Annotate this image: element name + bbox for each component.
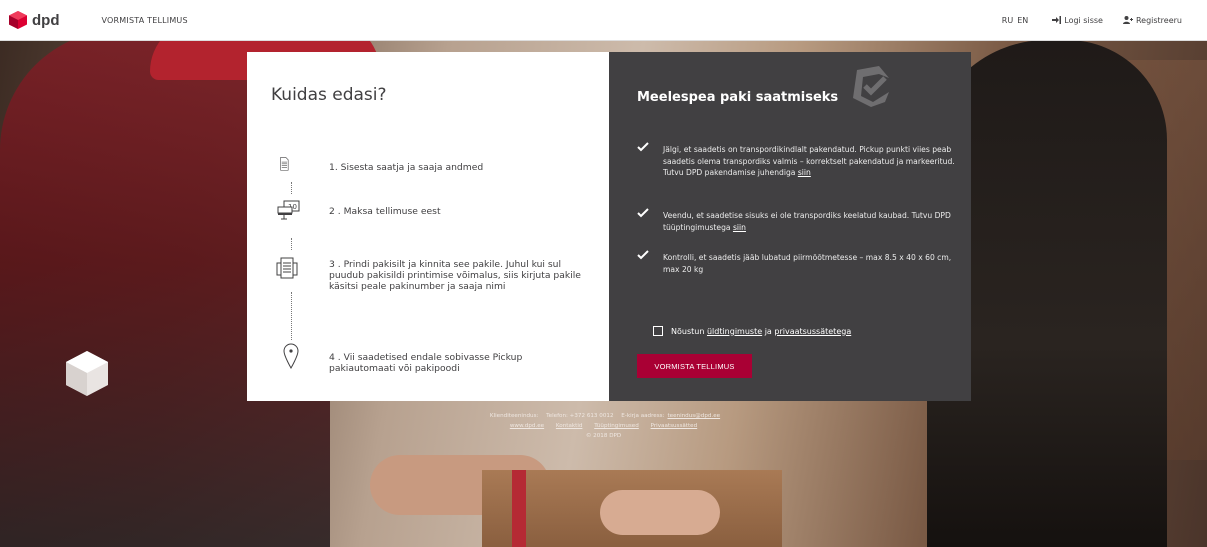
footer-link-website[interactable]: www.dpd.ee	[510, 423, 544, 429]
footer-contact: Klienditeenindus: Telefon: +372 613 0012…	[0, 411, 1207, 421]
login-label: Logi sisse	[1064, 15, 1103, 25]
email-label: E-kirja aadress:	[621, 413, 665, 419]
footer-link-contacts[interactable]: Kontaktid	[556, 423, 583, 429]
login-icon	[1052, 16, 1062, 24]
dpd-cube-icon	[9, 11, 27, 29]
packaging-guide-link[interactable]: siin	[798, 168, 811, 177]
register-label: Registreeru	[1135, 15, 1182, 25]
shield-check-icon	[853, 66, 889, 107]
email-link[interactable]: teenindus@dpd.ee	[667, 413, 720, 419]
step-text: 4 . Vii saadetised endale sobivasse Pick…	[329, 352, 523, 374]
service-label: Klienditeenindus:	[489, 413, 539, 419]
step-text: 3 . Prindi pakisilt ja kinnita see pakil…	[329, 259, 581, 292]
rule-text-body: Veendu, et saadetise sisuks ei ole trans…	[663, 211, 951, 232]
language-en[interactable]: EN	[1017, 16, 1028, 25]
brand-name: dpd	[32, 11, 60, 29]
step-connector	[291, 292, 292, 340]
agree-prefix: Nõustun	[671, 326, 705, 336]
login-link[interactable]: Logi sisse	[1052, 16, 1103, 25]
reminder-title: Meelespea paki saatmiseks	[637, 90, 839, 105]
printer-icon	[276, 257, 298, 279]
step-connector	[291, 182, 292, 194]
add-user-icon	[1122, 16, 1133, 24]
rule-text: Kontrolli, et saadetis jääb lubatud piir…	[663, 253, 952, 274]
top-navigation-bar: dpd VORMISTA TELLIMUS RU EN Logi sisse R…	[0, 0, 1207, 40]
check-icon	[637, 142, 649, 152]
background-parcel-tape	[512, 470, 526, 547]
header-actions: RU EN Logi sisse Registreeru	[1002, 16, 1182, 25]
footer-links: www.dpd.ee Kontaktid Tüüptingimused Priv…	[0, 421, 1207, 431]
rule-text: Veendu, et saadetise sisuks ei ole trans…	[663, 210, 963, 233]
how-to-panel: Kuidas edasi? 1. Sisesta saatja ja saaja…	[247, 52, 609, 401]
document-icon	[280, 157, 289, 171]
page-title: VORMISTA TELLIMUS	[101, 15, 188, 25]
footer-link-privacy[interactable]: Privaatsussätted	[651, 423, 698, 429]
background-hand	[600, 490, 720, 535]
footer: Klienditeenindus: Telefon: +372 613 0012…	[0, 411, 1207, 441]
dpd-cube-icon	[66, 351, 108, 396]
language-ru[interactable]: RU	[1002, 16, 1013, 25]
terms-link[interactable]: siin	[733, 223, 746, 232]
step-connector	[291, 238, 292, 250]
check-icon	[637, 208, 649, 218]
general-terms-link[interactable]: üldtingimuste	[707, 327, 762, 336]
privacy-link[interactable]: privaatsussätetega	[774, 327, 851, 336]
agree-terms: Nõustun üldtingimuste ja privaatsussätet…	[653, 326, 851, 336]
agree-mid: ja	[764, 326, 772, 336]
dpd-logo[interactable]: dpd	[8, 10, 60, 30]
payment-icon: 10	[277, 200, 300, 220]
rule-text: Jälgi, et saadetis on transpordikindlalt…	[663, 144, 963, 179]
step-text: 2 . Maksa tellimuse eest	[329, 206, 441, 217]
submit-order-button[interactable]: VORMISTA TELLIMUS	[637, 354, 752, 378]
agree-checkbox[interactable]	[653, 326, 663, 336]
check-icon	[637, 250, 649, 260]
how-to-title: Kuidas edasi?	[271, 85, 387, 105]
phone: Telefon: +372 613 0012	[546, 413, 614, 419]
reminder-panel: Meelespea paki saatmiseks Jälgi, et saad…	[609, 52, 971, 401]
location-pin-icon	[283, 343, 299, 369]
step-text: 1. Sisesta saatja ja saaja andmed	[329, 162, 484, 173]
copyright: © 2018 DPD	[585, 433, 622, 439]
footer-link-terms[interactable]: Tüüptingimused	[594, 423, 639, 429]
register-link[interactable]: Registreeru	[1122, 15, 1182, 25]
